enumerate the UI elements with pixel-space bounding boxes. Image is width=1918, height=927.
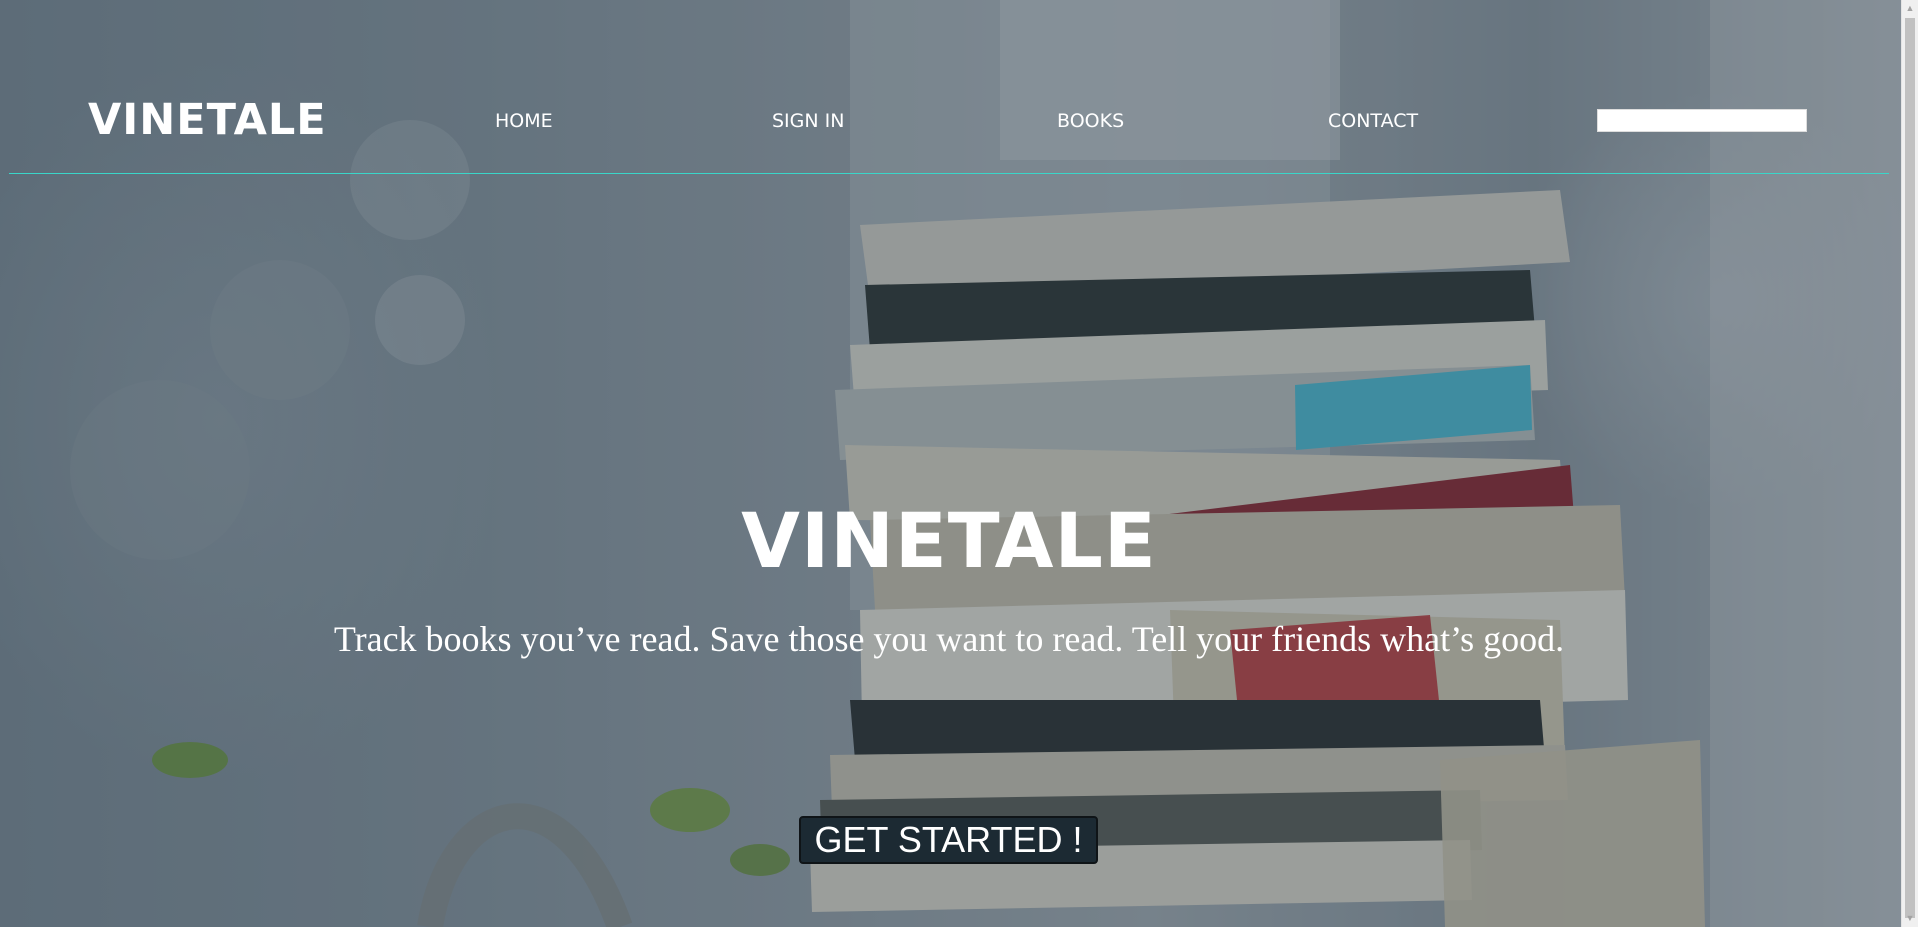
nav-item-sign-in[interactable]: SIGN IN <box>772 110 844 132</box>
get-started-button[interactable]: GET STARTED ! <box>799 816 1098 864</box>
triangle-up-icon[interactable]: ▲ <box>1902 0 1918 17</box>
triangle-down-icon[interactable]: ▼ <box>1902 910 1918 927</box>
top-navbar: VINETALE HOME SIGN IN BOOKS CONTACT <box>9 0 1889 174</box>
brand-logo[interactable]: VINETALE <box>88 95 327 145</box>
search-input[interactable] <box>1597 109 1807 132</box>
hero-subtitle: Track books you’ve read. Save those you … <box>333 619 1565 659</box>
nav-item-books[interactable]: BOOKS <box>1057 110 1124 132</box>
hero-title: VINETALE <box>741 496 1157 585</box>
nav-item-contact[interactable]: CONTACT <box>1328 110 1418 132</box>
scrollbar-thumb[interactable] <box>1905 18 1915 918</box>
page-viewport: VINETALE HOME SIGN IN BOOKS CONTACT VINE… <box>0 0 1918 927</box>
nav-item-home[interactable]: HOME <box>495 110 553 132</box>
vertical-scrollbar[interactable]: ▲ ▼ <box>1901 0 1918 927</box>
